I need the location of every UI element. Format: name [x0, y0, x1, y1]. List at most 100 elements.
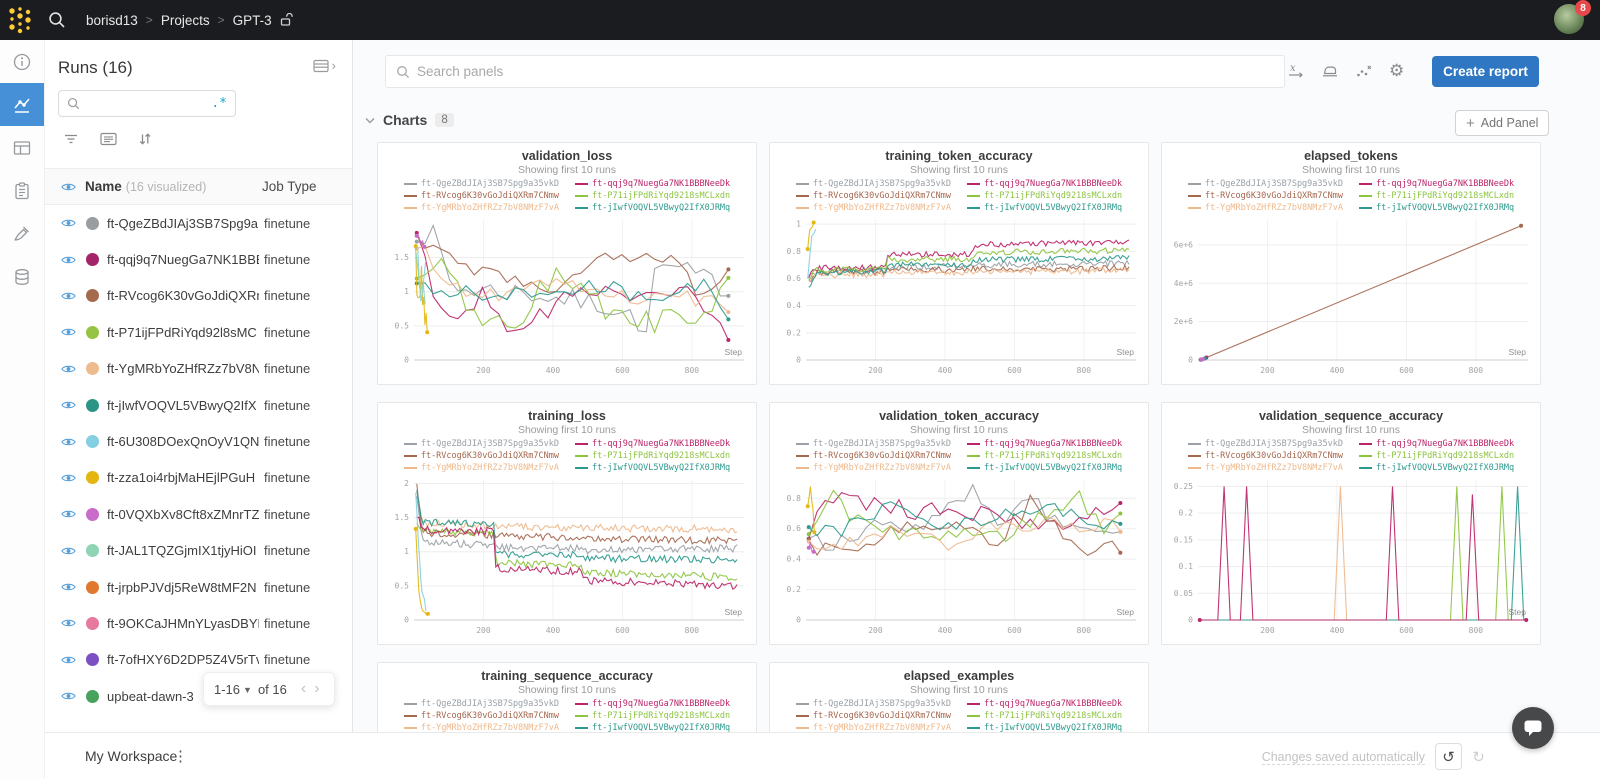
redo-button[interactable]: ↻ — [1465, 743, 1492, 770]
visibility-toggle-icon[interactable] — [61, 399, 77, 411]
legend-entry[interactable]: ft-P71ijFPdRiYqd9218sMCLxdn — [575, 190, 730, 202]
list-icon[interactable] — [100, 132, 117, 146]
sidebar-item-charts[interactable] — [0, 83, 44, 126]
legend-entry[interactable]: ft-jIwfVOQVL5VBwyQ2IfX0JRMq — [967, 462, 1122, 474]
wandb-logo[interactable] — [0, 0, 40, 40]
visibility-toggle-icon[interactable] — [61, 363, 77, 375]
run-name[interactable]: ft-YgMRbYoZHfRZz7bV8NI — [107, 361, 259, 376]
undo-button[interactable]: ↺ — [1435, 743, 1462, 770]
visibility-toggle-icon[interactable] — [61, 690, 77, 702]
run-name[interactable]: ft-0VQXbXv8Cft8xZMnrTZ — [107, 507, 259, 522]
legend-entry[interactable]: ft-qqj9q7NuegGa7NK1BBBNeeDk — [967, 698, 1122, 710]
legend-entry[interactable]: ft-P71ijFPdRiYqd9218sMCLxdn — [1359, 450, 1514, 462]
charts-section-header[interactable]: Charts 8 — [365, 112, 454, 128]
expand-table-button[interactable]: › — [313, 58, 336, 73]
breadcrumb-projects[interactable]: Projects — [161, 13, 210, 28]
legend-entry[interactable]: ft-YgMRbYoZHfRZz7bV8NMzF7vA — [1188, 202, 1343, 214]
legend-entry[interactable]: ft-YgMRbYoZHfRZz7bV8NMzF7vA — [796, 722, 951, 732]
sidebar-item-sweeps[interactable] — [0, 212, 44, 255]
legend-entry[interactable]: ft-jIwfVOQVL5VBwyQ2IfX0JRMq — [575, 462, 730, 474]
legend-entry[interactable]: ft-qqj9q7NuegGa7NK1BBBNeeDk — [967, 438, 1122, 450]
legend-entry[interactable]: ft-qqj9q7NuegGa7NK1BBBNeeDk — [575, 698, 730, 710]
legend-entry[interactable]: ft-RVcog6K30vGoJdiQXRm7CNmw — [796, 710, 951, 722]
chart-plot[interactable]: 20040060080000.050.10.150.20.25Step — [1162, 475, 1540, 641]
chart-panel-validation_token_accuracy[interactable]: validation_token_accuracyShowing first 1… — [769, 402, 1149, 645]
legend-entry[interactable]: ft-YgMRbYoZHfRZz7bV8NMzF7vA — [796, 462, 951, 474]
column-header-name[interactable]: Name — [85, 179, 122, 194]
user-avatar[interactable]: 8 — [1554, 4, 1586, 36]
legend-entry[interactable]: ft-jIwfVOQVL5VBwyQ2IfX0JRMq — [1359, 462, 1514, 474]
sidebar-item-table[interactable] — [0, 126, 44, 169]
pagination-range[interactable]: 1-16 — [214, 682, 240, 697]
outliers-icon[interactable] — [1355, 63, 1373, 79]
legend-entry[interactable]: ft-YgMRbYoZHfRZz7bV8NMzF7vA — [404, 202, 559, 214]
run-row[interactable]: ft-jIwfVOQVL5VBwyQ2IfXfinetune — [45, 387, 352, 423]
run-row[interactable]: ft-JAL1TQZGjmIX1tjyHiOIfinetune — [45, 533, 352, 569]
legend-entry[interactable]: ft-QgeZBdJIAj3SB7Spg9a35vkD — [796, 438, 951, 450]
nav-search-icon[interactable] — [40, 11, 74, 29]
breadcrumb-user[interactable]: borisd13 — [86, 13, 138, 28]
sidebar-item-overview[interactable] — [0, 40, 44, 83]
legend-entry[interactable]: ft-QgeZBdJIAj3SB7Spg9a35vkD — [796, 698, 951, 710]
chart-plot[interactable]: 20040060080002e+64e+66e+6Step — [1162, 215, 1540, 381]
chevron-down-icon[interactable]: ▼ — [243, 685, 252, 695]
legend-entry[interactable]: ft-QgeZBdJIAj3SB7Spg9a35vkD — [404, 438, 559, 450]
run-name[interactable]: ft-P71ijFPdRiYqd92l8sMC — [107, 325, 259, 340]
legend-entry[interactable]: ft-YgMRbYoZHfRZz7bV8NMzF7vA — [404, 722, 559, 732]
chart-plot[interactable]: 20040060080000.20.40.60.81Step — [770, 215, 1148, 381]
add-panel-button[interactable]: + Add Panel — [1455, 110, 1549, 136]
run-row[interactable]: ft-9OKCaJHMnYLyasDBYFfinetune — [45, 605, 352, 641]
run-name[interactable]: ft-qqj9q7NuegGa7NK1BBB — [107, 252, 259, 267]
legend-entry[interactable]: ft-jIwfVOQVL5VBwyQ2IfX0JRMq — [967, 722, 1122, 732]
run-row[interactable]: ft-P71ijFPdRiYqd92l8sMCfinetune — [45, 314, 352, 350]
run-name[interactable]: ft-jrpbPJVdj5ReW8tMF2N — [107, 580, 259, 595]
legend-entry[interactable]: ft-P71ijFPdRiYqd9218sMCLxdn — [575, 710, 730, 722]
legend-entry[interactable]: ft-jIwfVOQVL5VBwyQ2IfX0JRMq — [575, 722, 730, 732]
run-name[interactable]: ft-QgeZBdJIAj3SB7Spg9a — [107, 216, 259, 231]
chart-plot[interactable]: 20040060080000.20.40.60.8Step — [770, 475, 1148, 641]
legend-entry[interactable]: ft-QgeZBdJIAj3SB7Spg9a35vkD — [1188, 438, 1343, 450]
run-row[interactable]: ft-zza1oi4rbjMaHEjlPGuHfinetune — [45, 460, 352, 496]
visibility-toggle-icon[interactable] — [61, 617, 77, 629]
legend-entry[interactable]: ft-YgMRbYoZHfRZz7bV8NMzF7vA — [1188, 462, 1343, 474]
legend-entry[interactable]: ft-P71ijFPdRiYqd9218sMCLxdn — [967, 450, 1122, 462]
run-name[interactable]: ft-RVcog6K30vGoJdiQXRm — [107, 288, 259, 303]
next-page-button[interactable]: › — [310, 680, 323, 698]
smoothing-icon[interactable] — [1321, 63, 1339, 79]
chart-panel-training_sequence_accuracy[interactable]: training_sequence_accuracyShowing first … — [377, 662, 757, 732]
run-row[interactable]: ft-jrpbPJVdj5ReW8tMF2Nfinetune — [45, 569, 352, 605]
legend-entry[interactable]: ft-RVcog6K30vGoJdiQXRm7CNmw — [404, 450, 559, 462]
run-name[interactable]: ft-zza1oi4rbjMaHEjlPGuH — [107, 470, 259, 485]
legend-entry[interactable]: ft-qqj9q7NuegGa7NK1BBBNeeDk — [575, 178, 730, 190]
chart-panel-validation_loss[interactable]: validation_lossShowing first 10 runsft-Q… — [377, 142, 757, 385]
workspace-label[interactable]: My Workspace — [85, 748, 177, 764]
run-row[interactable]: ft-0VQXbXv8Cft8xZMnrTZfinetune — [45, 496, 352, 532]
legend-entry[interactable]: ft-qqj9q7NuegGa7NK1BBBNeeDk — [1359, 178, 1514, 190]
legend-entry[interactable]: ft-RVcog6K30vGoJdiQXRm7CNmw — [796, 190, 951, 202]
chart-plot[interactable]: 20040060080000.511.52Step — [378, 475, 756, 641]
legend-entry[interactable]: ft-QgeZBdJIAj3SB7Spg9a35vkD — [796, 178, 951, 190]
kebab-menu-icon[interactable]: ⋮ — [173, 747, 188, 765]
run-row[interactable]: ft-RVcog6K30vGoJdiQXRmfinetune — [45, 278, 352, 314]
run-name[interactable]: ft-9OKCaJHMnYLyasDBYF — [107, 616, 259, 631]
legend-entry[interactable]: ft-qqj9q7NuegGa7NK1BBBNeeDk — [967, 178, 1122, 190]
sidebar-item-logs[interactable] — [0, 169, 44, 212]
legend-entry[interactable]: ft-jIwfVOQVL5VBwyQ2IfX0JRMq — [1359, 202, 1514, 214]
filter-icon[interactable] — [63, 132, 79, 146]
legend-entry[interactable]: ft-RVcog6K30vGoJdiQXRm7CNmw — [404, 710, 559, 722]
legend-entry[interactable]: ft-P71ijFPdRiYqd9218sMCLxdn — [967, 190, 1122, 202]
legend-entry[interactable]: ft-P71ijFPdRiYqd9218sMCLxdn — [1359, 190, 1514, 202]
legend-entry[interactable]: ft-RVcog6K30vGoJdiQXRm7CNmw — [1188, 450, 1343, 462]
legend-entry[interactable]: ft-qqj9q7NuegGa7NK1BBBNeeDk — [575, 438, 730, 450]
chart-panel-elapsed_examples[interactable]: elapsed_examplesShowing first 10 runsft-… — [769, 662, 1149, 732]
settings-gear-icon[interactable]: ⚙ — [1389, 62, 1404, 79]
visibility-toggle-icon[interactable] — [61, 581, 77, 593]
runs-search-input[interactable] — [80, 97, 211, 111]
run-row[interactable]: ft-6U308DOexQnOyV1QNfinetune — [45, 423, 352, 459]
visibility-toggle-icon[interactable] — [61, 472, 77, 484]
visibility-toggle-icon[interactable] — [61, 545, 77, 557]
legend-entry[interactable]: ft-jIwfVOQVL5VBwyQ2IfX0JRMq — [575, 202, 730, 214]
run-name[interactable]: ft-6U308DOexQnOyV1QN — [107, 434, 259, 449]
chart-panel-training_loss[interactable]: training_lossShowing first 10 runsft-Qge… — [377, 402, 757, 645]
legend-entry[interactable]: ft-RVcog6K30vGoJdiQXRm7CNmw — [1188, 190, 1343, 202]
